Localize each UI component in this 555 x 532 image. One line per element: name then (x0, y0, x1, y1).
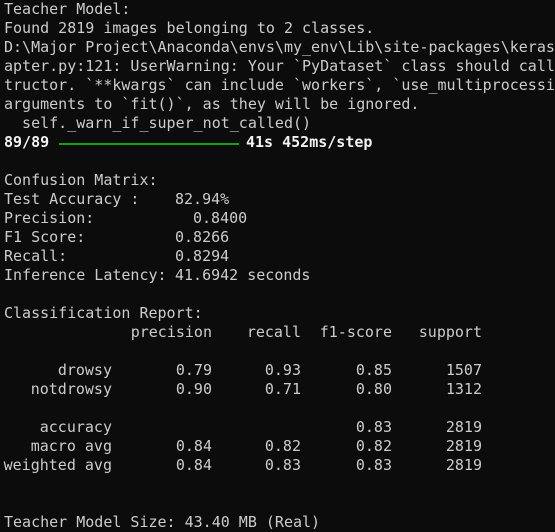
report-row-label: accuracy (39, 418, 112, 436)
report-cell: 0.79 (175, 361, 212, 379)
report-cell: 0.80 (355, 380, 392, 398)
metric-value: 0.8294 (175, 247, 230, 265)
metric-value: 82.94% (175, 190, 230, 208)
warning-line: D:\Major Project\Anaconda\envs\my_env\Li… (4, 38, 555, 56)
report-col-header: recall (246, 323, 301, 341)
metric-label: Test Accuracy : (4, 190, 140, 208)
model-size-line: Teacher Model Size: 43.40 MB (Real) (4, 513, 321, 531)
metric-value: 0.8266 (175, 228, 230, 246)
report-col-header: precision (130, 323, 212, 341)
metric-label: F1 Score: (4, 228, 86, 246)
report-cell (100, 418, 212, 437)
metric-label: Recall: (4, 247, 68, 265)
report-cell: 1507 (445, 361, 482, 379)
metric-label: Precision: (4, 209, 95, 227)
report-cell: 2819 (445, 418, 482, 436)
report-cell: 0.84 (175, 437, 212, 455)
metric-label: Inference Latency: (4, 266, 167, 284)
warning-line: apter.py:121: UserWarning: Your `PyDatas… (4, 57, 555, 75)
report-cell (220, 418, 301, 437)
teacher-header: Teacher Model: (4, 0, 131, 18)
report-cell: 2819 (445, 437, 482, 455)
progress-timing: 41s 452ms/step (246, 133, 373, 151)
metric-value: 0.8400 (193, 209, 248, 227)
report-cell: 0.93 (264, 361, 301, 379)
warning-line: arguments to `fit()`, as they will be ig… (4, 95, 420, 113)
warning-line: tructor. `**kwargs` can include `workers… (4, 76, 555, 94)
report-cell: 0.71 (264, 380, 301, 398)
found-images-line: Found 2819 images belonging to 2 classes… (4, 19, 375, 37)
report-header: Classification Report: (4, 304, 203, 322)
report-cell: 0.83 (264, 456, 301, 474)
report-row-label: notdrowsy (30, 380, 112, 398)
report-col-header: support (418, 323, 482, 341)
report-row-label: macro avg (30, 437, 112, 455)
report-cell: 0.83 (355, 456, 392, 474)
progress-steps: 89/89 (4, 133, 50, 151)
confusion-header: Confusion Matrix: (4, 171, 158, 189)
report-cell: 1312 (445, 380, 482, 398)
report-cell: 0.83 (355, 418, 392, 436)
warning-line: self._warn_if_super_not_called() (4, 114, 312, 132)
report-cell: 0.85 (355, 361, 392, 379)
report-cell: 0.82 (264, 437, 301, 455)
report-cell: 0.82 (355, 437, 392, 455)
report-col-header: f1-score (319, 323, 392, 341)
terminal-window[interactable]: Teacher Model: Found 2819 images belongi… (0, 0, 555, 532)
report-cell: 2819 (445, 456, 482, 474)
report-cell: 0.84 (175, 456, 212, 474)
report-row-label: drowsy (57, 361, 112, 379)
metric-value: 41.6942 seconds (175, 266, 311, 284)
progress-bar (59, 142, 239, 145)
report-cell: 0.90 (175, 380, 212, 398)
report-row-label: weighted avg (3, 456, 112, 474)
